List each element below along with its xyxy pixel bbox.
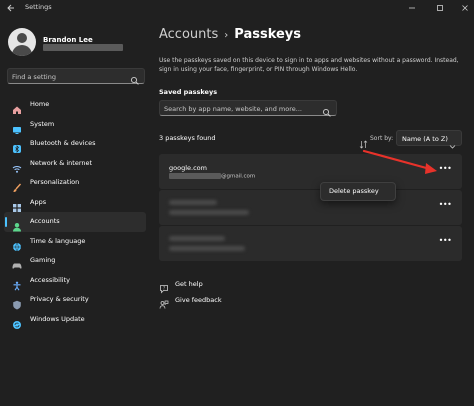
sort-value: Name (A to Z) xyxy=(402,135,448,143)
delete-passkey-menu-item[interactable]: Delete passkey xyxy=(323,185,393,198)
back-arrow-icon[interactable] xyxy=(6,3,16,13)
user-name: Brandon Lee xyxy=(43,36,93,44)
blurred-site xyxy=(169,236,225,241)
settings-window: Settings Brandon Lee Home xyxy=(0,0,474,406)
more-options-button[interactable]: ••• xyxy=(438,165,452,176)
sidebar-item-apps[interactable]: Apps xyxy=(4,193,146,213)
gamepad-icon xyxy=(12,256,22,269)
sidebar-item-windows-update[interactable]: Windows Update xyxy=(4,310,146,330)
globe-icon xyxy=(12,237,22,251)
find-setting-box[interactable] xyxy=(7,68,145,85)
title-bar: Settings xyxy=(0,0,474,16)
passkey-item: google.com @gmail.com ••• xyxy=(159,154,462,189)
sidebar-item-network[interactable]: Network & internet xyxy=(4,154,146,174)
search-icon[interactable] xyxy=(130,71,140,85)
blurred-site xyxy=(169,200,217,205)
passkey-item: ••• xyxy=(159,226,462,261)
page-title: Passkeys xyxy=(234,27,302,42)
maximize-icon[interactable] xyxy=(433,2,447,14)
passkey-search-box[interactable] xyxy=(159,100,337,117)
more-options-button[interactable]: ••• xyxy=(438,237,452,248)
passkey-user: @gmail.com xyxy=(169,173,255,180)
passkey-site: google.com xyxy=(169,164,207,172)
username-redacted xyxy=(169,173,221,179)
feedback-icon xyxy=(159,295,169,309)
passkey-count: 3 passkeys found xyxy=(159,134,216,142)
sidebar-nav: Home System Bluetooth & devices Network … xyxy=(4,95,146,329)
sort-label: Sort by: xyxy=(370,135,394,142)
accessibility-icon xyxy=(12,276,22,291)
user-email-redacted xyxy=(43,44,123,51)
sidebar-item-privacy-security[interactable]: Privacy & security xyxy=(4,290,146,310)
passkey-context-menu: Delete passkey xyxy=(320,182,396,201)
sort-dropdown[interactable]: Name (A to Z) xyxy=(396,130,462,149)
delete-passkey-label: Delete passkey xyxy=(329,187,379,195)
page-description: Use the passkeys saved on this device to… xyxy=(159,57,459,73)
passkey-user-suffix: @gmail.com xyxy=(221,173,256,180)
svg-text:?: ? xyxy=(163,286,165,291)
breadcrumb: Accounts › Passkeys xyxy=(159,27,301,42)
sidebar-item-personalization[interactable]: Personalization xyxy=(4,173,146,193)
sort-icon xyxy=(359,134,368,149)
apps-icon xyxy=(12,198,22,212)
minimize-icon[interactable] xyxy=(405,2,419,14)
more-options-button[interactable]: ••• xyxy=(438,201,452,212)
passkey-item: ••• xyxy=(159,190,462,225)
sidebar-item-system[interactable]: System xyxy=(4,115,146,135)
app-title: Settings xyxy=(25,3,52,11)
sidebar-item-accounts[interactable]: Accounts xyxy=(4,212,146,232)
find-setting-input[interactable] xyxy=(12,71,124,82)
bluetooth-icon xyxy=(12,139,22,153)
sidebar-item-bluetooth[interactable]: Bluetooth & devices xyxy=(4,134,146,154)
blurred-user xyxy=(169,246,245,251)
search-icon[interactable] xyxy=(322,103,332,117)
help-icon: ? xyxy=(159,279,169,294)
avatar-body xyxy=(12,45,32,56)
avatar[interactable] xyxy=(8,28,36,56)
shield-icon xyxy=(12,295,22,310)
saved-passkeys-heading: Saved passkeys xyxy=(159,88,218,96)
sidebar-item-time-language[interactable]: Time & language xyxy=(4,232,146,252)
brush-icon xyxy=(12,178,22,192)
breadcrumb-separator: › xyxy=(224,30,229,41)
blurred-user xyxy=(169,210,249,215)
accounts-icon xyxy=(12,217,22,232)
sidebar-item-gaming[interactable]: Gaming xyxy=(4,251,146,271)
close-icon[interactable] xyxy=(458,2,472,14)
system-icon xyxy=(12,120,22,134)
breadcrumb-parent[interactable]: Accounts xyxy=(159,27,218,42)
passkey-search-input[interactable] xyxy=(164,103,314,114)
home-icon xyxy=(12,100,22,114)
sidebar-item-accessibility[interactable]: Accessibility xyxy=(4,271,146,291)
avatar-head xyxy=(17,33,27,43)
update-icon xyxy=(12,315,22,329)
sidebar-item-home[interactable]: Home xyxy=(4,95,146,115)
chevron-down-icon xyxy=(449,135,456,149)
network-icon xyxy=(12,159,22,173)
